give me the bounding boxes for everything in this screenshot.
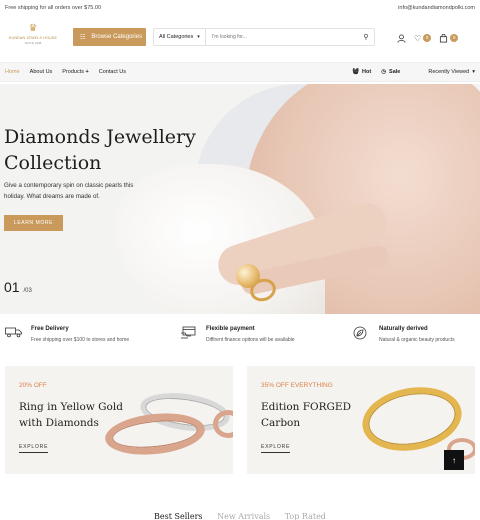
clock-icon: ◷ xyxy=(381,69,387,75)
grid-icon: ☷ xyxy=(80,34,86,41)
chevron-down-icon: ▾ xyxy=(197,34,200,40)
search-icon[interactable]: ⚲ xyxy=(358,33,374,41)
nav-home[interactable]: Home xyxy=(5,69,20,75)
hero-title: Diamonds Jewellery Collection xyxy=(4,126,196,174)
scroll-to-top-button[interactable]: ↑ xyxy=(444,450,464,470)
feature-flexible-payment: Flexible payment Diffirent finance opito… xyxy=(180,326,295,343)
category-select[interactable]: All Categories ▾ xyxy=(154,29,206,45)
logo-name: KUNDAN JEWELS HOUSE xyxy=(8,36,58,40)
hero-subtitle: Give a contemporary spin on classic pear… xyxy=(4,182,134,200)
nav-contact-us[interactable]: Contact Us xyxy=(99,69,126,75)
promo-title: Edition FORGED Carbon xyxy=(261,401,352,429)
nav-products[interactable]: Products + xyxy=(62,69,88,75)
hero-banner: Diamonds Jewellery Collection Give a con… xyxy=(0,84,480,314)
tab-top-rated[interactable]: Top Rated xyxy=(285,512,326,520)
contact-email[interactable]: info@kundandiamondpolki.com xyxy=(398,5,475,11)
logo-since: SINCE 1998 xyxy=(24,41,42,45)
nav-products-label: Products xyxy=(62,69,85,75)
wishlist-count-badge: 0 xyxy=(423,34,432,42)
feature-desc: Natural & organic beauty products xyxy=(379,337,455,343)
slide-current: 01 xyxy=(4,279,20,295)
basket-icon: 🧺︎ xyxy=(352,69,360,75)
feature-free-delivery: Free Delivery Free shipping over $100 to… xyxy=(5,326,129,343)
logo[interactable]: ♛ KUNDAN JEWELS HOUSE SINCE 1998 xyxy=(4,24,62,50)
header-icons: ♡ 0 0 xyxy=(397,30,477,46)
feature-title: Free Delivery xyxy=(31,326,69,332)
search-bar: All Categories ▾ ⚲ xyxy=(153,28,375,46)
browse-categories-label: Browse Categories xyxy=(91,34,143,40)
user-icon[interactable] xyxy=(397,33,406,43)
feature-desc: Free shipping over $100 to stores and ho… xyxy=(31,337,130,343)
plus-icon: + xyxy=(85,69,89,75)
bag-icon xyxy=(440,33,448,43)
leaf-icon xyxy=(353,326,371,343)
nav-about-us[interactable]: About Us xyxy=(30,69,53,75)
nav-sale-label: Sale xyxy=(389,69,401,75)
recently-viewed-dropdown[interactable]: Recently Viewed ▾ xyxy=(428,69,475,75)
promo-card-yellow-gold[interactable]: 20% OFF Ring in Yellow Gold with Diamond… xyxy=(5,366,233,474)
chevron-down-icon: ▾ xyxy=(472,69,475,75)
search-input[interactable] xyxy=(206,34,358,40)
wishlist-button[interactable]: ♡ 0 xyxy=(414,33,432,43)
tab-new-arrivals[interactable]: New Arrivals xyxy=(217,512,270,520)
top-bar: Free shipping for all orders over $75.00… xyxy=(0,0,480,16)
tab-best-sellers[interactable]: Best Sellers xyxy=(154,512,202,520)
cart-count-badge: 0 xyxy=(450,34,459,42)
cart-button[interactable]: 0 xyxy=(439,33,459,43)
payment-icon xyxy=(180,326,198,343)
slide-total: /03 xyxy=(23,288,32,294)
promo-tag: 20% OFF xyxy=(19,382,47,389)
feature-title: Flexible payment xyxy=(206,326,255,332)
main-nav: Home About Us Products + Contact Us 🧺︎ Ho… xyxy=(0,62,480,82)
promo-tag: 35% OFF EVERYTHING xyxy=(261,382,333,389)
recently-viewed-label: Recently Viewed xyxy=(428,69,470,75)
bangle-rose-gold-small-image xyxy=(213,410,233,438)
explore-link[interactable]: EXPLORE xyxy=(261,444,291,453)
browse-categories-button[interactable]: ☷ Browse Categories xyxy=(73,28,146,46)
feature-title: Naturally derived xyxy=(379,326,428,332)
truck-icon xyxy=(5,326,23,343)
hero-pearl xyxy=(236,264,260,288)
nav-hot-label: Hot xyxy=(362,69,372,75)
explore-link[interactable]: EXPLORE xyxy=(19,444,49,453)
shipping-notice: Free shipping for all orders over $75.00 xyxy=(5,5,101,11)
nav-hot[interactable]: 🧺︎ Hot xyxy=(352,69,371,75)
header: ♛ KUNDAN JEWELS HOUSE SINCE 1998 ☷ Brows… xyxy=(0,18,480,58)
feature-desc: Diffirent finance opitons will be availa… xyxy=(206,337,295,343)
promo-card-forged-carbon[interactable]: 35% OFF EVERYTHING Edition FORGED Carbon… xyxy=(247,366,475,474)
arrow-up-icon: ↑ xyxy=(452,455,456,465)
nav-sale[interactable]: ◷ Sale xyxy=(381,69,400,75)
features-row: Free Delivery Free shipping over $100 to… xyxy=(0,326,480,356)
slide-counter: 01 /03 xyxy=(4,279,32,295)
feature-naturally-derived: Naturally derived Natural & organic beau… xyxy=(353,326,455,343)
product-tabs: Best Sellers New Arrivals Top Rated xyxy=(0,512,480,520)
crown-icon: ♛ xyxy=(28,23,38,34)
heart-icon: ♡ xyxy=(414,33,422,43)
learn-more-button[interactable]: LEARN MORE xyxy=(4,215,63,231)
category-select-value: All Categories xyxy=(159,34,194,40)
